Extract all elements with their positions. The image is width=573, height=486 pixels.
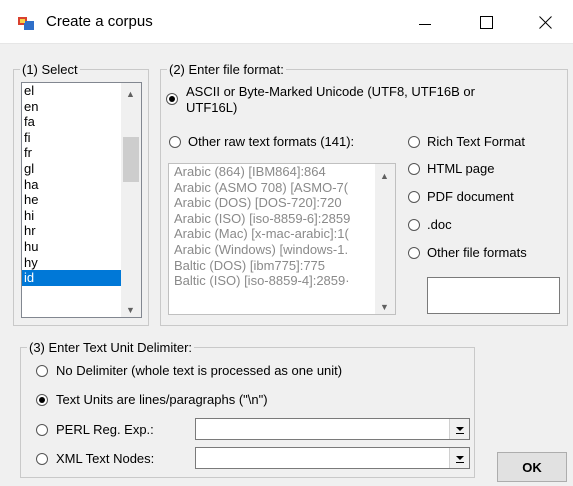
lines-paragraphs-label: Text Units are lines/paragraphs ("\n") [56, 392, 268, 407]
perl-regexp-combobox[interactable] [195, 418, 470, 440]
other-format-input[interactable] [427, 277, 560, 314]
scroll-thumb[interactable] [123, 137, 139, 182]
radio-other-file-formats[interactable] [408, 247, 420, 259]
pdf-document-label: PDF document [427, 189, 514, 204]
radio-html-page[interactable] [408, 163, 420, 175]
radio-pdf-document[interactable] [408, 191, 420, 203]
window-title: Create a corpus [46, 13, 153, 30]
doc-label: .doc [427, 217, 452, 232]
close-icon [539, 16, 552, 29]
list-item[interactable]: Arabic (Mac) [x-mac-arabic]:1( [169, 226, 395, 242]
radio-ascii-unicode[interactable] [166, 93, 178, 105]
perl-regexp-label: PERL Reg. Exp.: [56, 422, 154, 437]
radio-doc[interactable] [408, 219, 420, 231]
maximize-button[interactable] [466, 8, 506, 36]
radio-other-raw-formats[interactable] [169, 136, 181, 148]
list-item[interactable]: Arabic (864) [IBM864]:864 [169, 164, 395, 180]
radio-perl-regexp[interactable] [36, 424, 48, 436]
list-item[interactable]: Arabic (ISO) [iso-8859-6]:2859 [169, 211, 395, 227]
xml-text-nodes-combobox[interactable] [195, 447, 470, 469]
rich-text-format-label: Rich Text Format [427, 134, 526, 149]
scroll-up-icon[interactable]: ▲ [126, 89, 135, 99]
list-item[interactable]: Arabic (ASMO 708) [ASMO-7( [169, 180, 395, 196]
radio-lines-paragraphs[interactable] [36, 394, 48, 406]
ascii-unicode-label-cont: UTF16L) [186, 100, 238, 115]
language-list-scrollbar[interactable]: ▲ ▼ [121, 83, 141, 317]
radio-no-delimiter[interactable] [36, 365, 48, 377]
no-delimiter-label: No Delimiter (whole text is processed as… [56, 363, 343, 378]
ok-button[interactable]: OK [497, 452, 567, 482]
dropdown-arrow-icon[interactable] [449, 448, 469, 468]
list-item[interactable]: Baltic (DOS) [ibm775]:775 [169, 258, 395, 274]
other-raw-formats-label: Other raw text formats (141): [188, 134, 355, 149]
radio-xml-text-nodes[interactable] [36, 453, 48, 465]
dropdown-arrow-icon[interactable] [449, 419, 469, 439]
html-page-label: HTML page [427, 161, 495, 176]
list-item[interactable]: Arabic (Windows) [windows-1. [169, 242, 395, 258]
encoding-list[interactable]: Arabic (864) [IBM864]:864 Arabic (ASMO 70… [168, 163, 396, 315]
file-format-legend: (2) Enter file format: [169, 62, 284, 77]
language-list[interactable]: el en fa fi fr gl ha he hi hr hu hy id ▲ ▼ [21, 82, 142, 318]
title-bar: Create a corpus [0, 0, 573, 44]
close-button[interactable] [525, 8, 565, 36]
list-item[interactable]: Arabic (DOS) [DOS-720]:720 [169, 195, 395, 211]
other-file-formats-label: Other file formats [427, 245, 527, 260]
encoding-list-scrollbar[interactable]: ▲ ▼ [375, 164, 395, 314]
scroll-down-icon[interactable]: ▼ [126, 305, 135, 315]
list-item[interactable]: Baltic (ISO) [iso-8859-4]:2859· [169, 273, 395, 289]
scroll-down-icon[interactable]: ▼ [380, 302, 389, 312]
xml-text-nodes-label: XML Text Nodes: [56, 451, 155, 466]
scroll-up-icon[interactable]: ▲ [380, 171, 389, 181]
delimiter-legend: (3) Enter Text Unit Delimiter: [29, 340, 193, 355]
app-window-icon [17, 14, 35, 32]
minimize-button[interactable] [405, 8, 445, 36]
ascii-unicode-label: ASCII or Byte-Marked Unicode (UTF8, UTF1… [186, 84, 475, 99]
radio-rich-text-format[interactable] [408, 136, 420, 148]
language-group-legend: (1) Select [22, 62, 78, 77]
